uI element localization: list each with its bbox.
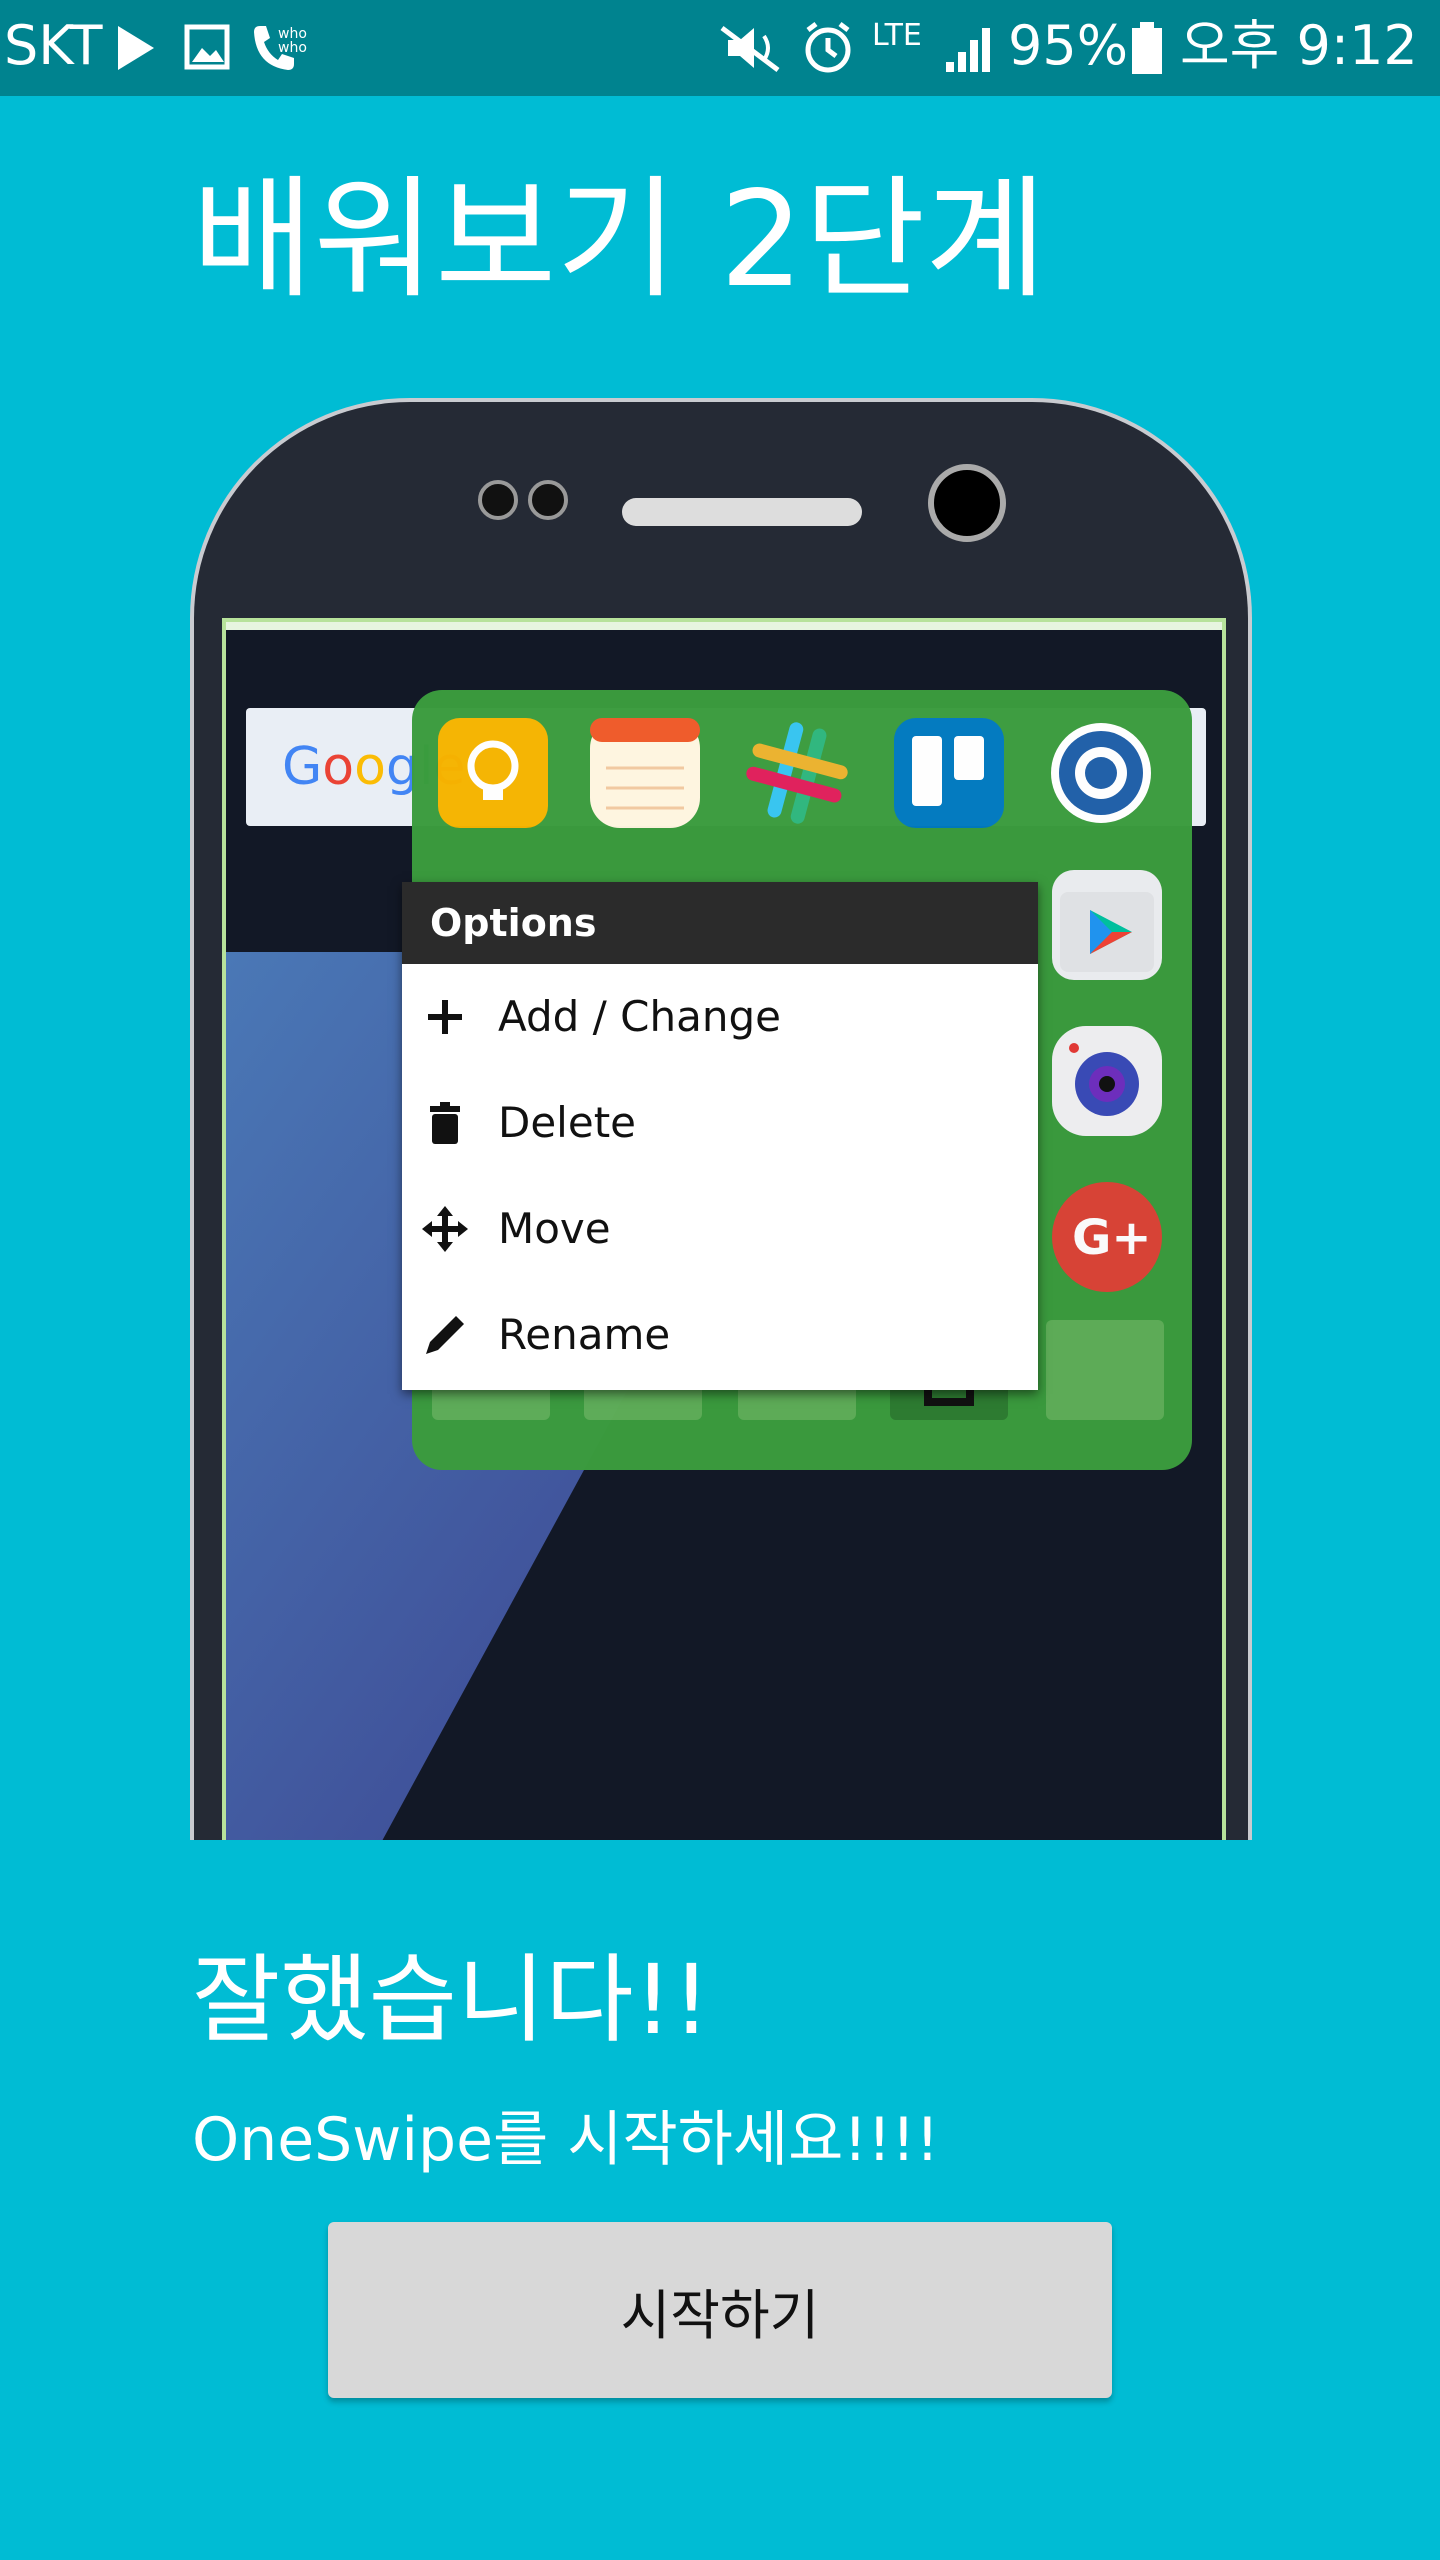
lte-label: LTE [872,18,922,53]
sensor-icon [478,480,518,520]
clock: 오후 9:12 [1180,14,1418,77]
menu-item-add-change[interactable]: Add / Change [402,964,1038,1070]
alarm-icon [805,22,851,73]
options-menu-header: Options [402,882,1038,964]
status-bar: SKT who who LTE 95% 오후 9:12 [0,0,1440,96]
menu-item-label: Move [498,1204,611,1253]
carrier-label: SKT [4,14,103,77]
screen-top-highlight [226,622,1222,630]
image-icon [184,24,230,70]
start-prompt: OneSwipe를 시작하세요!!!! [192,2105,940,2175]
trash-icon [430,1102,460,1144]
svg-text:G+: G+ [1072,1210,1152,1266]
earpiece-speaker [622,498,862,526]
play-icon [118,26,154,70]
phone-illustration: Google [190,398,1252,1840]
battery-icon [1132,22,1162,74]
menu-item-rename[interactable]: Rename [402,1282,1038,1388]
memo-icon [590,718,700,828]
page-title: 배워보기 2단계 [192,163,1047,317]
play-store-icon [1052,870,1162,980]
options-menu: Options Add / Change Delete Move Rename [402,882,1038,1390]
battery-percent: 95% [1008,14,1129,77]
mute-icon [720,26,780,72]
menu-item-delete[interactable]: Delete [402,1070,1038,1176]
start-button[interactable]: 시작하기 [328,2222,1112,2398]
pencil-icon [426,1316,464,1354]
svg-text:who: who [278,40,307,56]
google-plus-icon: G+ [1052,1182,1162,1292]
trello-icon [894,718,1004,828]
menu-item-move[interactable]: Move [402,1176,1038,1282]
phone-screen: Google [222,618,1226,1840]
camera-icon [1052,1026,1162,1136]
folder-thumbnail [1046,1320,1164,1420]
menu-item-label: Add / Change [498,992,781,1041]
menu-item-label: Delete [498,1098,636,1147]
app-circle-icon [1046,718,1156,828]
front-camera-icon [928,464,1006,542]
slack-icon [742,718,852,828]
keep-icon [438,718,548,828]
success-heading: 잘했습니다!! [192,1944,711,2056]
menu-item-label: Rename [498,1310,671,1359]
move-arrows-icon [422,1206,468,1252]
whowho-call-icon: who who [254,26,307,70]
plus-icon [428,1000,462,1034]
sensor-icon [528,480,568,520]
signal-icon [946,28,990,72]
